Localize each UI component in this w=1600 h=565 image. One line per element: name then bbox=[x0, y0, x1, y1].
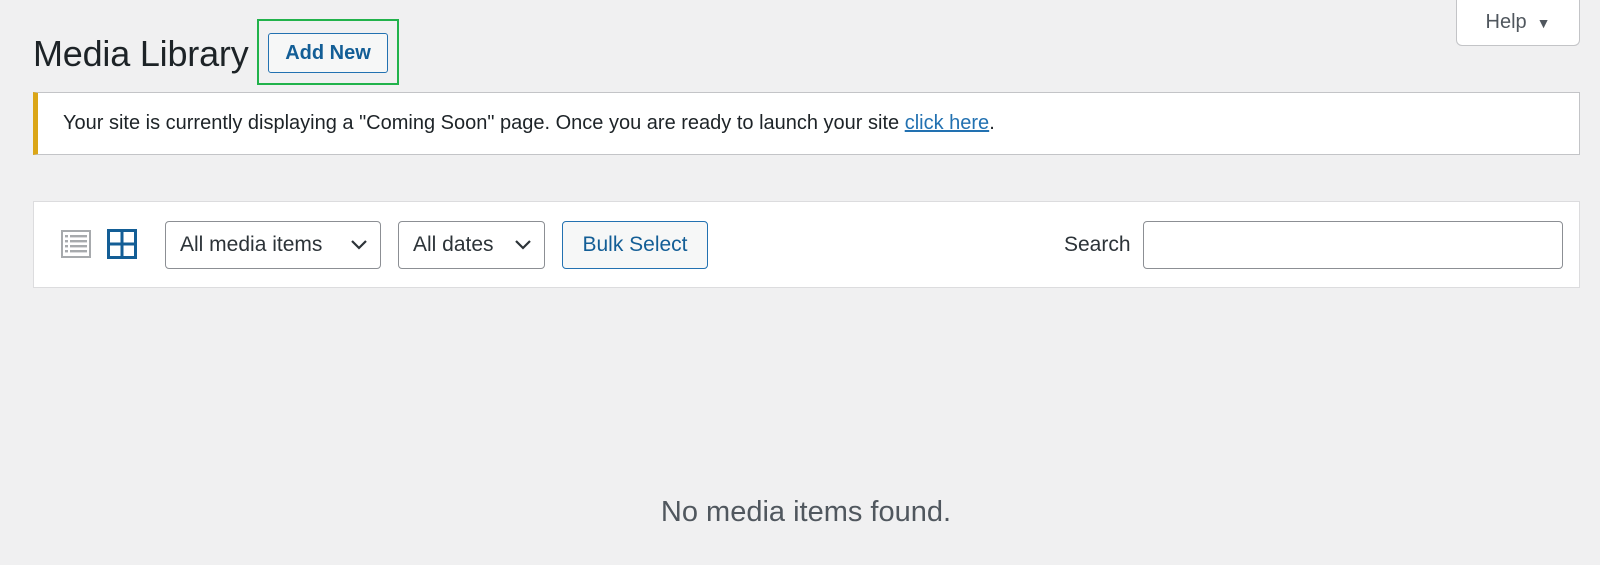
caret-down-icon: ▼ bbox=[1536, 14, 1551, 31]
chevron-down-icon bbox=[351, 240, 367, 250]
notice-text-after: . bbox=[989, 112, 995, 134]
search-label: Search bbox=[1064, 233, 1131, 256]
add-new-button[interactable]: Add New bbox=[268, 33, 388, 73]
empty-state-message: No media items found. bbox=[660, 496, 952, 528]
chevron-down-icon bbox=[515, 240, 531, 250]
date-filter-value: All dates bbox=[413, 233, 494, 256]
media-toolbar: All media items All dates Bulk Select Se… bbox=[33, 201, 1580, 288]
notice-link[interactable]: click here bbox=[905, 112, 989, 134]
notice-text-before: Your site is currently displaying a "Com… bbox=[63, 112, 905, 134]
media-type-filter-value: All media items bbox=[180, 233, 323, 256]
help-tab-button[interactable]: Help ▼ bbox=[1456, 0, 1580, 46]
notice-text: Your site is currently displaying a "Com… bbox=[63, 112, 995, 135]
coming-soon-notice: Your site is currently displaying a "Com… bbox=[33, 92, 1580, 155]
grid-view-icon[interactable] bbox=[107, 229, 137, 259]
list-view-icon[interactable] bbox=[61, 229, 91, 259]
search-input[interactable] bbox=[1143, 221, 1563, 269]
page-title: Media Library bbox=[33, 33, 249, 74]
date-filter-select[interactable]: All dates bbox=[398, 221, 545, 269]
media-type-filter-select[interactable]: All media items bbox=[165, 221, 381, 269]
help-label: Help bbox=[1485, 11, 1527, 33]
bulk-select-button[interactable]: Bulk Select bbox=[562, 221, 708, 269]
